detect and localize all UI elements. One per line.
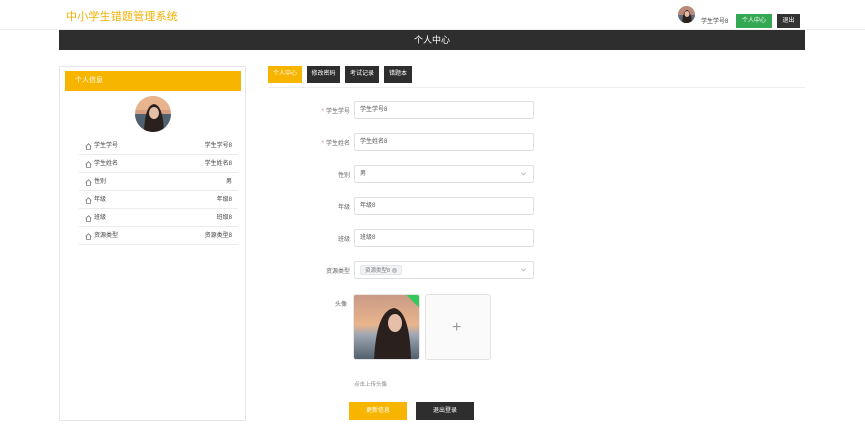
info-label: 学生姓名 (94, 161, 119, 167)
section-title-bar: 个人中心 (59, 30, 805, 50)
chevron-down-icon (521, 268, 526, 272)
info-value: 学生姓名8 (204, 161, 232, 167)
resource-type-select[interactable]: 资源类型8 × (354, 261, 534, 279)
gender-select[interactable]: 男 (354, 165, 534, 183)
personal-info-panel: 个人信息 学生学号 学生学号8 学生姓名 学生姓名8 性别 男 年级 年级8 班… (59, 66, 246, 421)
home-icon (85, 143, 92, 150)
gender-value: 男 (360, 171, 367, 177)
student-name-label: * 学生姓名 (321, 141, 350, 147)
info-row: 学生姓名 学生姓名8 (79, 155, 238, 173)
info-value: 班级8 (216, 215, 232, 221)
grade-label: 年级 (337, 205, 350, 211)
avatar-label: 头像 (335, 302, 348, 308)
info-row: 班级 班级8 (79, 209, 238, 227)
info-row: 资源类型 资源类型8 (79, 227, 238, 245)
student-name-input[interactable]: 学生姓名8 (354, 133, 534, 151)
info-label: 学生学号 (94, 143, 119, 149)
info-value: 学生学号8 (204, 143, 232, 149)
info-label: 班级 (94, 215, 107, 221)
info-label: 年级 (94, 197, 107, 203)
top-bar: 中小学生错题管理系统 学生学号8 个人中心 退出 (0, 0, 865, 30)
info-list: 学生学号 学生学号8 学生姓名 学生姓名8 性别 男 年级 年级8 班级 班级8… (79, 137, 238, 245)
home-icon (85, 161, 92, 168)
home-icon (85, 233, 92, 240)
upload-hint: 点击上传头像 (354, 382, 388, 388)
tab-exam-records[interactable]: 考试记录 (345, 66, 379, 83)
info-row: 性别 男 (79, 173, 238, 191)
user-avatar[interactable] (678, 6, 695, 23)
form-row-gender: 性别 男 (300, 165, 540, 183)
profile-avatar (135, 96, 171, 132)
home-icon (85, 197, 92, 204)
resource-type-label: 资源类型 (325, 269, 350, 275)
home-icon (85, 179, 92, 186)
info-value: 年级8 (216, 197, 232, 203)
student-id-label: * 学生学号 (321, 109, 350, 115)
avatar-upload-box[interactable]: + (425, 294, 491, 360)
logout-account-button[interactable]: 退出登录 (416, 402, 474, 420)
info-label: 资源类型 (94, 233, 119, 239)
tab-change-password[interactable]: 修改密码 (307, 66, 340, 83)
class-input[interactable]: 班级8 (354, 229, 534, 247)
update-info-button[interactable]: 更新信息 (349, 402, 407, 420)
form-row-student-name: * 学生姓名 学生姓名8 (300, 133, 540, 151)
tab-personal-center[interactable]: 个人中心 (268, 66, 302, 83)
grade-input[interactable]: 年级8 (354, 197, 534, 215)
logout-button[interactable]: 退出 (777, 14, 800, 28)
panel-title: 个人信息 (65, 71, 241, 91)
info-value: 资源类型8 (204, 233, 232, 239)
info-row: 学生学号 学生学号8 (79, 137, 238, 155)
gender-label: 性别 (337, 173, 350, 179)
plus-icon: + (452, 319, 462, 336)
student-id-input[interactable]: 学生学号8 (354, 101, 534, 119)
form-row-class: 班级 班级8 (300, 229, 540, 247)
resource-type-tag: 资源类型8 × (360, 265, 403, 275)
tag-close-icon[interactable]: × (392, 268, 398, 273)
profile-tabs: 个人中心 修改密码 考试记录 错题本 (268, 66, 805, 88)
form-row-resource-type: 资源类型 资源类型8 × (300, 261, 540, 279)
home-icon (85, 215, 92, 222)
tab-wrong-question-book[interactable]: 错题本 (384, 66, 412, 83)
class-label: 班级 (337, 237, 350, 243)
info-label: 性别 (94, 179, 107, 185)
chevron-down-icon (521, 172, 526, 176)
uploaded-avatar-thumbnail[interactable] (353, 294, 420, 360)
user-label: 学生学号8 (701, 19, 729, 25)
form-row-grade: 年级 年级8 (300, 197, 540, 215)
form-row-student-id: * 学生学号 学生学号8 (300, 101, 540, 119)
site-title: 中小学生错题管理系统 (66, 11, 178, 23)
info-value: 男 (225, 179, 232, 185)
personal-center-button[interactable]: 个人中心 (736, 14, 772, 28)
info-row: 年级 年级8 (79, 191, 238, 209)
